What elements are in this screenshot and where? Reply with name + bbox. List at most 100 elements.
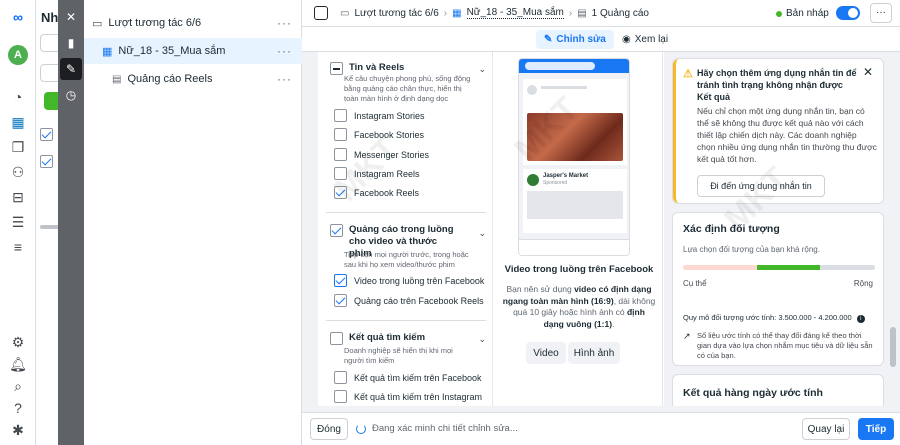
scrollbar[interactable] <box>40 225 59 229</box>
tab-edit[interactable]: ✎ Chỉnh sửa <box>536 30 614 49</box>
checkbox[interactable] <box>334 128 347 141</box>
tree-item-ad[interactable]: ▤ Quảng cáo Reels ··· <box>84 66 302 92</box>
campaign-list-panel: Nh <box>36 0 60 445</box>
scrollbar[interactable] <box>890 327 896 367</box>
audience-meter <box>683 265 875 270</box>
option-facebook-search[interactable]: Kết quả tìm kiếm trên Facebook <box>334 371 482 384</box>
sidebar-toggle-icon[interactable] <box>314 6 328 20</box>
audience-estimate: Quy mô đối tượng ước tính: 3.500.000 - 4… <box>683 313 865 323</box>
campaign-tree: ▭ Lượt tương tác 6/6 ··· ▦ Nữ_18 - 35_Mu… <box>84 0 302 445</box>
search-icon[interactable]: ⌕ <box>9 377 27 395</box>
spinner-icon <box>356 423 366 434</box>
next-button[interactable]: Tiếp <box>858 418 894 440</box>
info-icon[interactable]: i <box>856 315 865 323</box>
status-toggle[interactable] <box>836 6 860 20</box>
bell-icon[interactable]: 🔔︎ <box>9 355 27 373</box>
divider <box>326 212 486 213</box>
menu-icon[interactable]: ≡ <box>9 238 27 256</box>
dashboard-icon[interactable]: ◔ <box>9 88 27 106</box>
pencil-icon[interactable]: ✎ <box>60 58 82 80</box>
option-facebook-stories[interactable]: Facebook Stories <box>334 128 424 141</box>
more-icon[interactable]: ··· <box>277 72 292 86</box>
top-bar: ▭ Lượt tương tác 6/6 › ▦ Nữ_18 - 35_Mua … <box>302 0 900 27</box>
checkbox[interactable] <box>334 390 347 403</box>
checkbox[interactable] <box>334 167 347 180</box>
avatar[interactable]: A <box>8 45 28 65</box>
daily-results-card: Kết quả hàng ngày ước tính <box>672 374 884 406</box>
table-icon[interactable]: ▦ <box>9 113 27 131</box>
daily-results-title: Kết quả hàng ngày ước tính <box>683 387 823 399</box>
option-label: Facebook Stories <box>354 129 425 140</box>
checkbox[interactable] <box>334 371 347 384</box>
option-instagram-stories[interactable]: Instagram Stories <box>334 109 425 122</box>
breadcrumb-ad[interactable]: 1 Quảng cáo <box>592 8 649 19</box>
close-button[interactable]: Đóng <box>310 418 348 440</box>
chevron-down-icon[interactable]: ⌄ <box>478 334 486 345</box>
breadcrumb-campaign[interactable]: Lượt tương tác 6/6 <box>354 8 438 19</box>
desc-text: . <box>612 318 615 329</box>
filter-box[interactable] <box>40 64 59 82</box>
tree-item-campaign[interactable]: ▭ Lượt tương tác 6/6 ··· <box>84 10 302 36</box>
option-facebook-reels[interactable]: Facebook Reels <box>334 186 419 199</box>
search-box[interactable] <box>40 34 59 52</box>
chevron-right-icon: › <box>568 7 573 19</box>
option-label: Facebook Reels <box>354 187 420 198</box>
option-instagram-search[interactable]: Kết quả tìm kiếm trên Instagram <box>334 390 482 403</box>
back-button[interactable]: Quay lại <box>802 418 850 440</box>
chevron-down-icon[interactable]: ⌄ <box>478 228 486 239</box>
tab-video[interactable]: Video <box>526 342 566 364</box>
placements-column: Tin và Reels ⌄ Kể câu chuyện phong phú, … <box>318 52 494 406</box>
group-search-title[interactable]: Kết quả tìm kiếm <box>330 332 425 345</box>
warning-card: ⚠ Hãy chọn thêm ứng dụng nhắn tin để trá… <box>672 58 884 204</box>
preview-description: Bạn nên sử dụng video có định dạng ngang… <box>502 284 656 330</box>
checkbox[interactable] <box>334 109 347 122</box>
bug-icon[interactable]: ✱ <box>9 421 27 439</box>
chevron-right-icon: › <box>443 7 448 19</box>
ad-icon: ▤ <box>112 73 122 85</box>
close-icon[interactable]: ✕ <box>60 6 82 28</box>
sponsored-post: Jasper's Market Sponsored <box>523 169 627 233</box>
clock-icon[interactable]: ◷ <box>60 84 82 106</box>
group-search-checkbox[interactable] <box>330 332 343 345</box>
option-messenger-stories[interactable]: Messenger Stories <box>334 148 429 161</box>
meta-logo-icon[interactable]: ∞ <box>9 8 27 26</box>
tree-item-label: Nữ_18 - 35_Mua sắm <box>118 45 226 57</box>
row-checkbox[interactable] <box>40 128 53 141</box>
option-instagram-reels[interactable]: Instagram Reels <box>334 167 420 180</box>
checkbox[interactable] <box>334 186 347 199</box>
catalog-icon[interactable]: ⊟ <box>9 188 27 206</box>
breadcrumb-adset[interactable]: Nữ_18 - 35_Mua sắm <box>466 7 564 19</box>
chart-icon[interactable]: ▮ <box>60 32 82 54</box>
tool-strip: ✕ ▮ ✎ ◷ <box>58 0 84 445</box>
status-dot-icon <box>776 10 782 17</box>
gear-icon[interactable]: ⚙ <box>9 333 27 351</box>
option-facebook-reels-ads[interactable]: Quảng cáo trên Facebook Reels <box>334 294 484 307</box>
list-icon[interactable]: ☰ <box>9 213 27 231</box>
pages-icon[interactable]: ❐ <box>9 138 27 156</box>
go-to-messaging-apps-button[interactable]: Đi đến ứng dụng nhắn tin <box>697 175 825 197</box>
more-icon[interactable]: ··· <box>277 44 292 58</box>
close-icon[interactable]: ✕ <box>863 65 873 79</box>
eye-icon: ◉ <box>622 34 631 45</box>
more-icon[interactable]: ··· <box>277 16 292 30</box>
bottom-bar: Đóng Đang xác minh chi tiết chỉnh sửa...… <box>302 412 900 445</box>
estimate-text: Quy mô đối tượng ước tính: 3.500.000 - 4… <box>683 313 852 322</box>
tab-image[interactable]: Hình ảnh <box>568 342 620 364</box>
checkbox[interactable] <box>334 294 347 307</box>
tab-review[interactable]: ◉ Xem lại <box>616 30 674 49</box>
help-icon[interactable]: ? <box>9 399 27 417</box>
checkbox[interactable] <box>334 274 347 287</box>
status-badge: Bản nháp <box>776 8 829 19</box>
chevron-down-icon[interactable]: ⌄ <box>478 64 486 75</box>
status-text: Đang xác minh chi tiết chỉnh sửa... <box>372 423 518 434</box>
audience-icon[interactable]: ⚇ <box>9 163 27 181</box>
more-options-button[interactable]: ··· <box>870 3 892 23</box>
ad-icon: ▤ <box>577 7 587 19</box>
row-checkbox[interactable] <box>40 155 53 168</box>
tree-item-adset[interactable]: ▦ Nữ_18 - 35_Mua sắm ··· <box>84 38 302 64</box>
option-facebook-instream[interactable]: Video trong luồng trên Facebook <box>334 274 484 287</box>
checkbox[interactable] <box>334 148 347 161</box>
group-reels-checkbox[interactable] <box>330 62 343 75</box>
post-sub: Sponsored <box>543 180 568 186</box>
group-instream-checkbox[interactable] <box>330 224 343 237</box>
